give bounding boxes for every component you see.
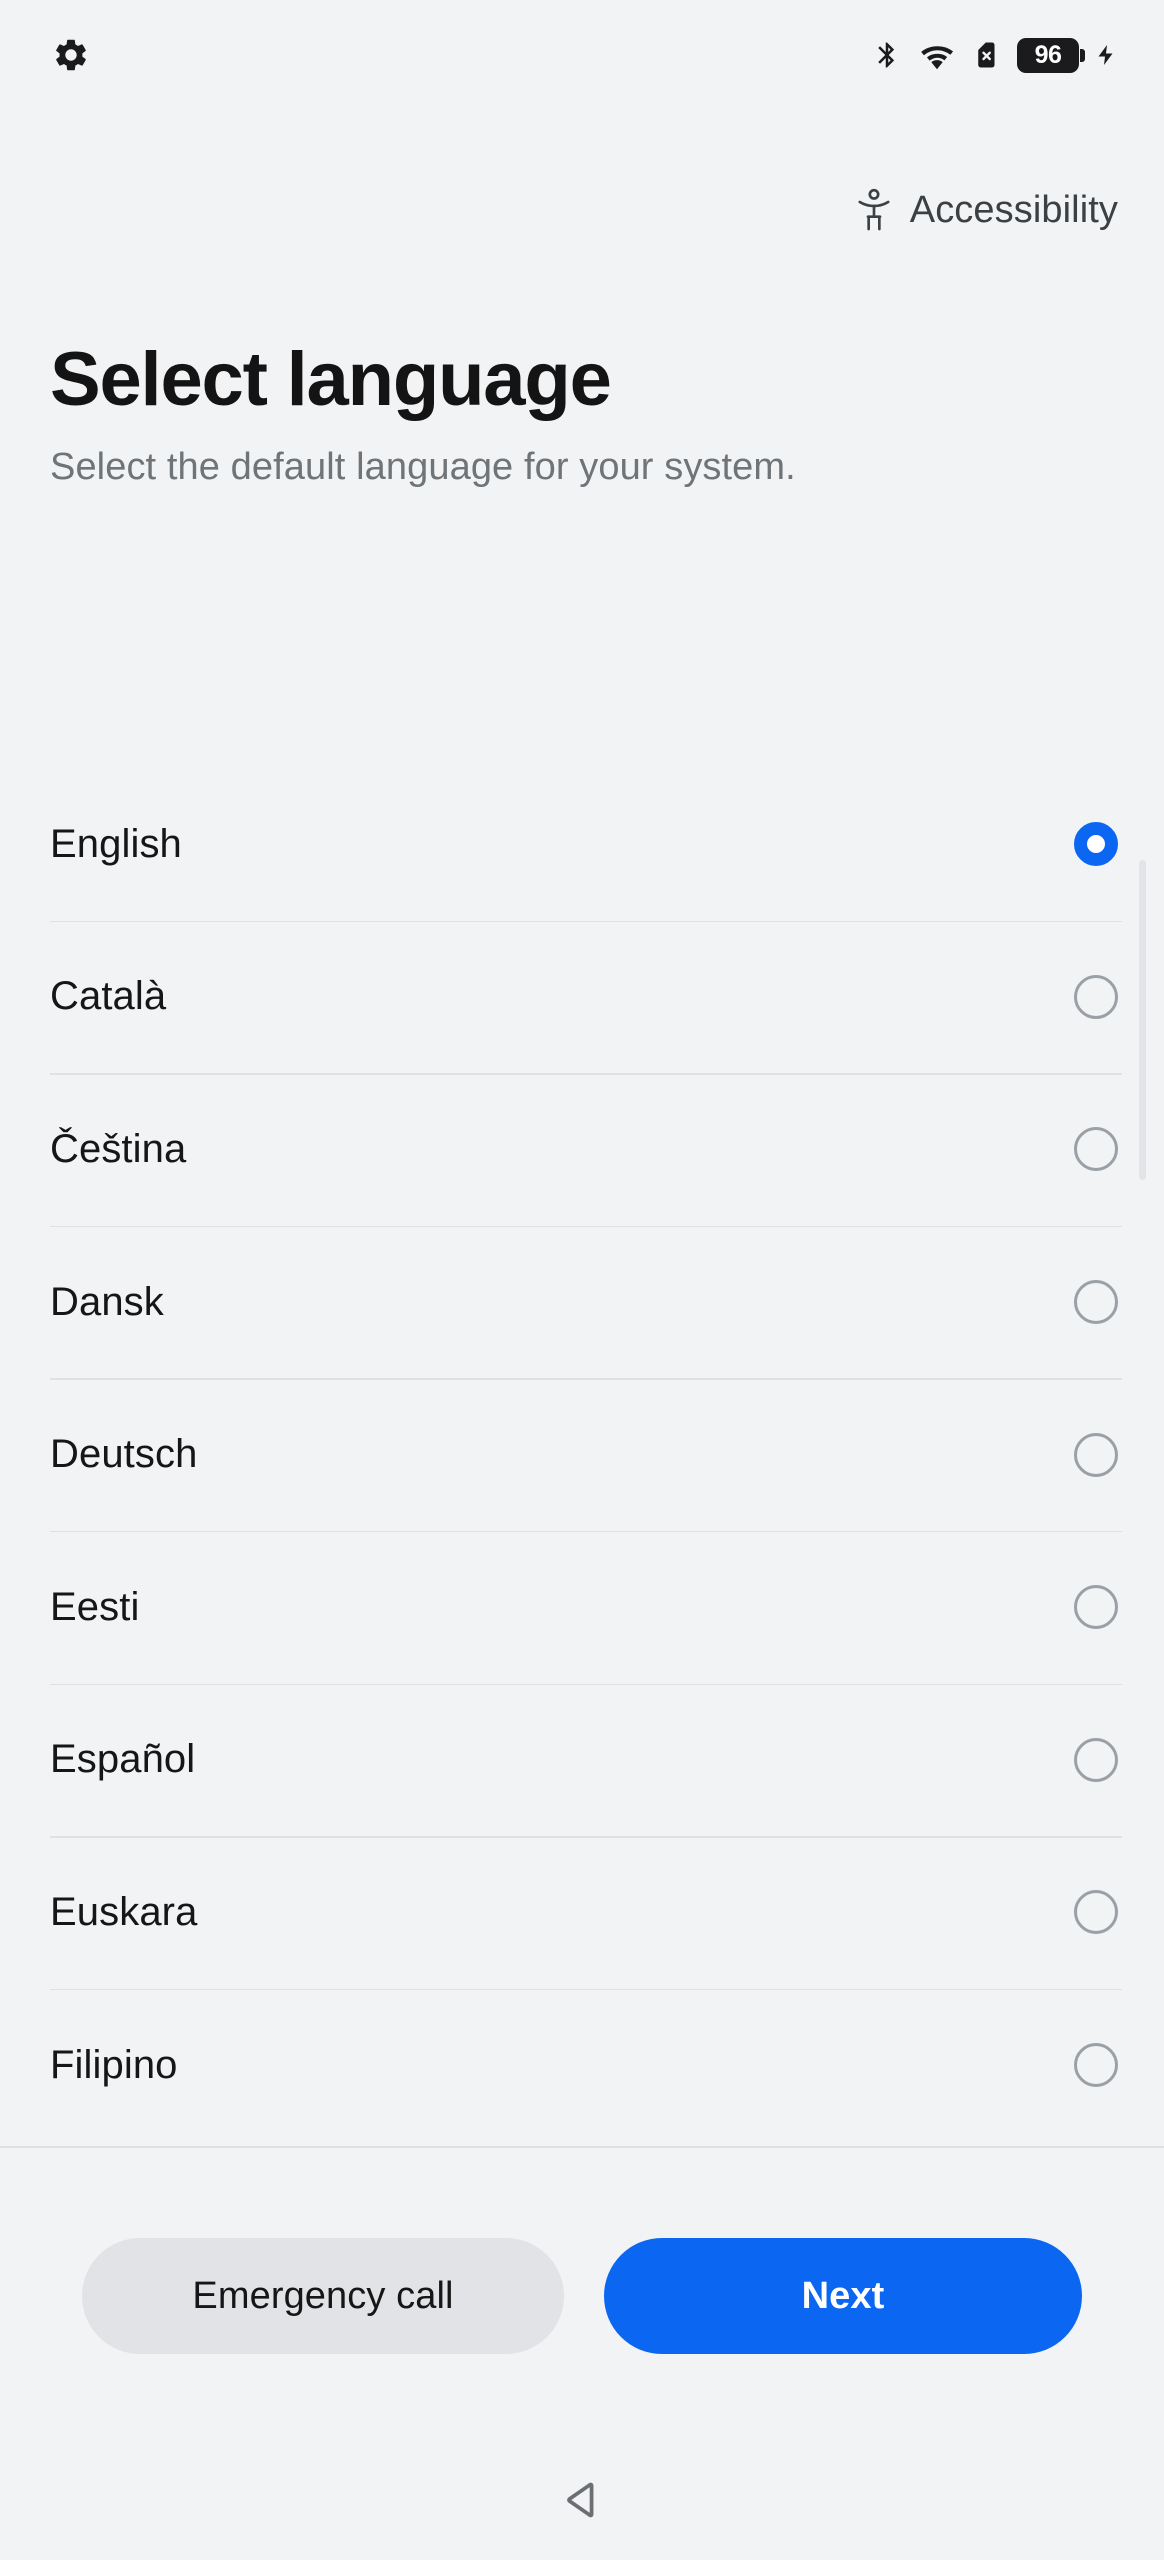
language-row-label: English: [50, 821, 182, 866]
accessibility-label: Accessibility: [909, 188, 1118, 231]
language-row-label: Deutsch: [50, 1432, 198, 1477]
accessibility-person-icon: [854, 186, 894, 234]
language-row[interactable]: Euskara: [0, 1836, 1164, 1989]
wifi-icon: [917, 36, 957, 74]
charging-bolt-icon: [1094, 36, 1118, 74]
language-row-label: Čeština: [50, 1126, 187, 1171]
language-row[interactable]: Dansk: [0, 1225, 1164, 1379]
radio-button[interactable]: [1074, 2043, 1118, 2088]
status-bar-left: [52, 36, 90, 74]
action-bar: Emergency call Next: [0, 2176, 1164, 2416]
battery-level-label: 96: [1034, 40, 1062, 69]
radio-button[interactable]: [1074, 1280, 1118, 1325]
radio-button[interactable]: [1074, 1737, 1118, 1782]
language-row[interactable]: Čeština: [0, 1073, 1164, 1226]
status-bar-right: 96: [872, 36, 1118, 74]
language-row[interactable]: Filipino: [0, 1988, 1164, 2142]
page-title: Select language: [50, 337, 612, 422]
radio-button[interactable]: [1074, 1585, 1118, 1630]
back-triangle-icon[interactable]: [522, 2455, 642, 2545]
language-row[interactable]: English: [0, 768, 1164, 921]
list-scrollbar[interactable]: [1139, 860, 1146, 1180]
language-row-label: Español: [50, 1737, 196, 1782]
radio-button[interactable]: [1074, 974, 1118, 1019]
gear-icon[interactable]: [52, 36, 90, 74]
language-row[interactable]: Eesti: [0, 1530, 1164, 1684]
language-row[interactable]: Català: [0, 920, 1164, 1074]
title-block: Select language Select the default langu…: [50, 340, 1114, 489]
radio-button[interactable]: [1074, 1890, 1118, 1935]
language-row-label: Dansk: [50, 1279, 164, 1324]
language-row[interactable]: Español: [0, 1683, 1164, 1837]
radio-button-selected[interactable]: [1074, 822, 1118, 867]
battery-icon: 96: [1017, 37, 1085, 73]
page-subtitle: Select the default language for your sys…: [50, 445, 796, 488]
next-button[interactable]: Next: [603, 2238, 1082, 2354]
no-sim-icon: [972, 36, 1002, 74]
language-row-label: Català: [50, 974, 167, 1019]
system-navigation-bar: [0, 2440, 1164, 2560]
emergency-call-button[interactable]: Emergency call: [82, 2238, 564, 2354]
language-list[interactable]: English Català Čeština Dansk Deutsch Eesti Esp…: [0, 768, 1164, 2146]
radio-button[interactable]: [1074, 1127, 1118, 1172]
bluetooth-icon: [872, 36, 902, 74]
language-row-label: Filipino: [50, 2042, 178, 2087]
accessibility-button[interactable]: Accessibility: [854, 186, 1118, 234]
action-bar-divider: [0, 2146, 1164, 2148]
language-row-label: Euskara: [50, 1889, 198, 1934]
status-bar: 96: [0, 0, 1164, 110]
radio-button[interactable]: [1074, 1432, 1118, 1477]
language-row[interactable]: Deutsch: [0, 1378, 1164, 1531]
language-row-label: Eesti: [50, 1584, 140, 1629]
